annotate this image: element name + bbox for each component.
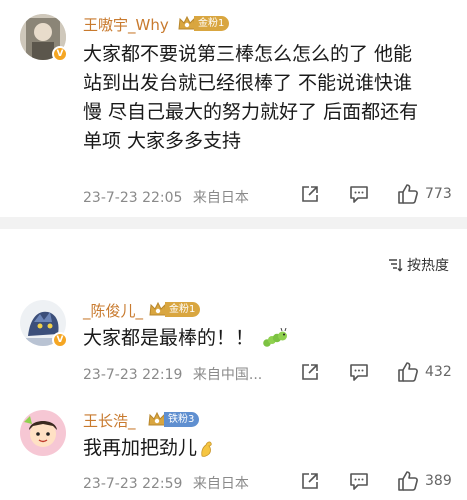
vip-badge-icon: V — [52, 332, 68, 348]
comment-time: 23-7-23 22:05 — [83, 190, 183, 206]
share-button[interactable] — [300, 184, 320, 204]
reply-button[interactable] — [349, 363, 369, 382]
like-count: 432 — [425, 364, 452, 380]
like-count: 389 — [425, 473, 452, 489]
comment-icon — [350, 186, 368, 203]
comment-meta: 23-7-23 22:19 来自中国... — [83, 364, 262, 384]
fan-rank-badge[interactable]: 金粉1 — [177, 15, 230, 32]
like-button[interactable]: 773 — [397, 183, 452, 205]
comment-location: 来自中国... — [192, 367, 263, 383]
username[interactable]: _陈俊儿_ — [83, 300, 143, 321]
flexed-bicep-emoji-icon — [201, 441, 212, 457]
thumbs-up-icon — [398, 362, 418, 382]
comment-meta: 23-7-23 22:05 来自日本 — [83, 187, 249, 207]
reply-button[interactable] — [349, 472, 369, 491]
thumbs-up-icon — [398, 184, 418, 204]
comment-text: 我再加把劲儿 — [83, 434, 455, 463]
like-button[interactable]: 389 — [397, 470, 452, 492]
sort-icon — [389, 259, 403, 272]
username[interactable]: 王长浩_ — [83, 410, 136, 431]
comment-time: 23-7-23 22:19 — [83, 367, 183, 383]
section-divider — [0, 217, 467, 229]
share-icon — [302, 473, 318, 489]
thumbs-up-icon — [398, 471, 418, 491]
comment-location: 来自日本 — [192, 476, 249, 492]
avatar[interactable] — [20, 410, 66, 456]
comment-text: 大家都是最棒的！！ — [83, 324, 455, 353]
comment-icon — [350, 473, 368, 490]
comment-item: V _陈俊儿_ 金粉1 大家都是最棒的！！ 23-7-23 22:19 来自中国… — [0, 290, 467, 390]
comment-meta: 23-7-23 22:59 来自日本 — [83, 473, 249, 493]
fan-rank-label: 铁粉3 — [164, 412, 200, 427]
comment-time: 23-7-23 22:59 — [83, 476, 183, 492]
comment-icon — [350, 364, 368, 381]
comment-text: 大家都不要说第三棒怎么怎么的了 他能 站到出发台就已经很棒了 不能说谁快谁 慢 … — [83, 43, 419, 152]
share-icon — [302, 364, 318, 380]
reply-button[interactable] — [349, 185, 369, 204]
fan-rank-label: 金粉1 — [194, 16, 230, 31]
vip-badge-icon: V — [52, 46, 68, 62]
fan-rank-label: 金粉1 — [165, 302, 201, 317]
share-button[interactable] — [300, 471, 320, 491]
sort-by-popularity-button[interactable]: 按热度 — [388, 255, 449, 275]
like-count: 773 — [425, 186, 452, 202]
sort-label: 按热度 — [407, 258, 449, 274]
fan-rank-badge[interactable]: 铁粉3 — [147, 411, 200, 428]
username[interactable]: 王嗷宇_Why — [83, 14, 169, 35]
caterpillar-emoji-icon — [263, 327, 288, 347]
share-icon — [302, 186, 318, 202]
comment-item: V 王嗷宇_Why 金粉1 大家都不要说第三棒怎么怎么的了 他能 站到出发台就已… — [0, 0, 467, 215]
fan-rank-badge[interactable]: 金粉1 — [148, 301, 201, 318]
like-button[interactable]: 432 — [397, 361, 452, 383]
comment-item: 王长浩_ 铁粉3 我再加把劲儿 23-7-23 22:59 来自日本 389 — [0, 400, 467, 500]
comment-location: 来自日本 — [192, 190, 249, 206]
share-button[interactable] — [300, 362, 320, 382]
